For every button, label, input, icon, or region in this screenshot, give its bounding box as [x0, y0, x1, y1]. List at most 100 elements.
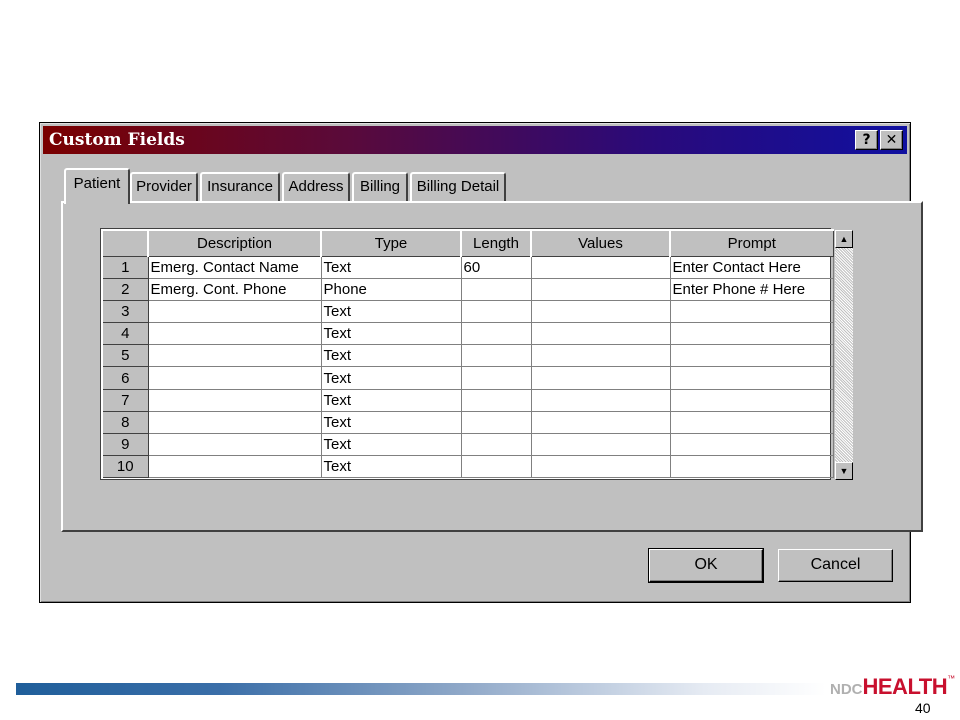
- logo-ndc-text: NDC: [830, 681, 863, 698]
- type-cell[interactable]: Text: [320, 255, 462, 279]
- description-cell[interactable]: [147, 388, 322, 412]
- arrow-up-icon: ▲: [839, 234, 849, 244]
- type-cell[interactable]: Text: [320, 299, 462, 324]
- type-cell[interactable]: Text: [320, 455, 462, 479]
- custom-fields-grid: Description Type Length Values Prompt 1 …: [100, 228, 834, 480]
- description-cell[interactable]: [147, 322, 322, 346]
- type-cell[interactable]: Text: [320, 388, 462, 412]
- prompt-cell[interactable]: Enter Phone # Here: [669, 277, 834, 301]
- prompt-cell[interactable]: [669, 410, 834, 435]
- type-cell[interactable]: Text: [320, 344, 462, 368]
- length-cell[interactable]: [460, 299, 532, 324]
- column-header-values[interactable]: Values: [530, 229, 671, 257]
- values-cell[interactable]: [530, 322, 671, 346]
- tab-billing-detail[interactable]: Billing Detail: [410, 172, 506, 202]
- scroll-up-button[interactable]: ▲: [835, 230, 853, 248]
- help-button[interactable]: ?: [855, 130, 878, 150]
- prompt-cell[interactable]: [669, 388, 834, 412]
- tab-billing[interactable]: Billing: [352, 172, 408, 202]
- table-row: 8 Text: [101, 410, 834, 435]
- column-header-description[interactable]: Description: [147, 229, 322, 257]
- description-cell[interactable]: [147, 366, 322, 390]
- prompt-cell[interactable]: [669, 455, 834, 479]
- table-row: 3 Text: [101, 299, 834, 324]
- help-icon: ?: [862, 132, 871, 148]
- length-cell[interactable]: [460, 432, 532, 457]
- length-cell[interactable]: [460, 344, 532, 368]
- description-cell[interactable]: [147, 344, 322, 368]
- values-cell[interactable]: [530, 388, 671, 412]
- tab-insurance[interactable]: Insurance: [200, 172, 280, 202]
- ndc-health-logo: NDCHEALTH™: [830, 674, 956, 699]
- row-number[interactable]: 6: [101, 366, 149, 390]
- length-cell[interactable]: 60: [460, 255, 532, 279]
- values-cell[interactable]: [530, 432, 671, 457]
- type-cell[interactable]: Text: [320, 322, 462, 346]
- cancel-button[interactable]: Cancel: [778, 549, 893, 582]
- prompt-cell[interactable]: [669, 322, 834, 346]
- row-number[interactable]: 8: [101, 410, 149, 435]
- row-number[interactable]: 1: [101, 255, 149, 279]
- prompt-cell[interactable]: [669, 432, 834, 457]
- table-row: 1 Emerg. Contact Name Text 60 Enter Cont…: [101, 255, 834, 279]
- tab-provider[interactable]: Provider: [130, 172, 198, 202]
- type-cell[interactable]: Text: [320, 366, 462, 390]
- length-cell[interactable]: [460, 322, 532, 346]
- row-number[interactable]: 3: [101, 299, 149, 324]
- description-cell[interactable]: Emerg. Cont. Phone: [147, 277, 322, 301]
- dialog-title: Custom Fields: [49, 130, 185, 150]
- description-cell[interactable]: [147, 410, 322, 435]
- values-cell[interactable]: [530, 344, 671, 368]
- type-cell[interactable]: Text: [320, 410, 462, 435]
- row-number[interactable]: 9: [101, 432, 149, 457]
- description-cell[interactable]: [147, 455, 322, 479]
- values-cell[interactable]: [530, 410, 671, 435]
- values-cell[interactable]: [530, 299, 671, 324]
- length-cell[interactable]: [460, 388, 532, 412]
- row-number[interactable]: 2: [101, 277, 149, 301]
- description-cell[interactable]: [147, 299, 322, 324]
- row-number[interactable]: 4: [101, 322, 149, 346]
- values-cell[interactable]: [530, 366, 671, 390]
- values-cell[interactable]: [530, 255, 671, 279]
- table-row: 2 Emerg. Cont. Phone Phone Enter Phone #…: [101, 277, 834, 301]
- arrow-down-icon: ▼: [839, 466, 849, 476]
- grid-header-row: Description Type Length Values Prompt: [101, 229, 834, 257]
- row-number[interactable]: 5: [101, 344, 149, 368]
- logo-health-text: HEALTH: [862, 674, 948, 699]
- logo-trademark: ™: [947, 674, 956, 683]
- row-number[interactable]: 7: [101, 388, 149, 412]
- type-cell[interactable]: Text: [320, 432, 462, 457]
- description-cell[interactable]: Emerg. Contact Name: [147, 255, 322, 279]
- table-row: 10 Text: [101, 455, 834, 479]
- custom-fields-dialog: Custom Fields ? ✕ Patient Provider Insur…: [39, 122, 923, 603]
- table-row: 6 Text: [101, 366, 834, 390]
- prompt-cell[interactable]: Enter Contact Here: [669, 255, 834, 279]
- table-row: 4 Text: [101, 322, 834, 346]
- column-header-length[interactable]: Length: [460, 229, 532, 257]
- prompt-cell[interactable]: [669, 299, 834, 324]
- corner-header: [101, 229, 149, 257]
- tab-address[interactable]: Address: [282, 172, 350, 202]
- footer-gradient-bar: [16, 683, 826, 695]
- row-number[interactable]: 10: [101, 455, 149, 479]
- values-cell[interactable]: [530, 277, 671, 301]
- close-button[interactable]: ✕: [880, 130, 903, 150]
- column-header-prompt[interactable]: Prompt: [669, 229, 834, 257]
- description-cell[interactable]: [147, 432, 322, 457]
- prompt-cell[interactable]: [669, 344, 834, 368]
- column-header-type[interactable]: Type: [320, 229, 462, 257]
- prompt-cell[interactable]: [669, 366, 834, 390]
- type-cell[interactable]: Phone: [320, 277, 462, 301]
- vertical-scrollbar[interactable]: ▲ ▼: [835, 230, 853, 480]
- close-icon: ✕: [885, 132, 898, 148]
- scroll-down-button[interactable]: ▼: [835, 462, 853, 480]
- length-cell[interactable]: [460, 277, 532, 301]
- title-bar[interactable]: Custom Fields ? ✕: [43, 126, 907, 154]
- values-cell[interactable]: [530, 455, 671, 479]
- ok-button[interactable]: OK: [648, 548, 764, 583]
- length-cell[interactable]: [460, 455, 532, 479]
- length-cell[interactable]: [460, 410, 532, 435]
- tab-patient[interactable]: Patient: [64, 168, 130, 204]
- length-cell[interactable]: [460, 366, 532, 390]
